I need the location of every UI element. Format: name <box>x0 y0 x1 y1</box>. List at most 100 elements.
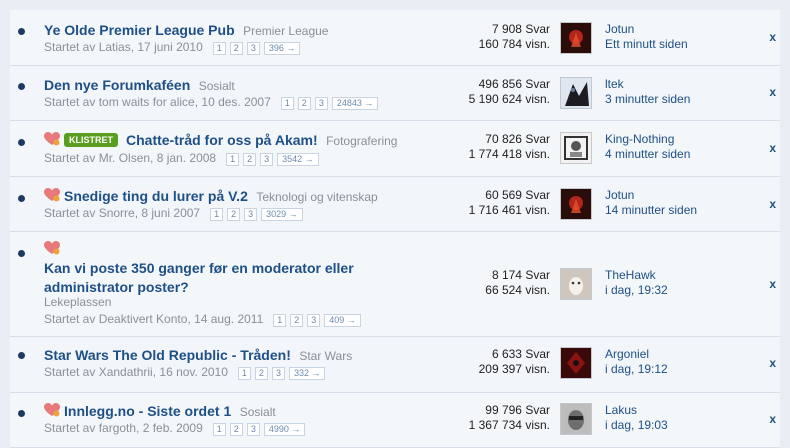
forum-name[interactable]: Sosialt <box>240 405 276 419</box>
avatar[interactable] <box>560 268 592 300</box>
forum-name[interactable]: Star Wars <box>299 349 352 363</box>
started-by: Startet av Mr. Olsen, 8 jan. 2008 <box>44 151 217 165</box>
thread-title-cont[interactable]: administrator poster? <box>44 279 189 295</box>
close-icon[interactable]: x <box>769 85 776 99</box>
table-row[interactable]: Innlegg.no - Siste ordet 1 Sosialt Start… <box>10 393 780 448</box>
last-page-link[interactable]: 332 → <box>288 367 326 380</box>
reply-count: 99 796 Svar <box>485 403 550 417</box>
forum-name[interactable]: Lekeplassen <box>44 295 111 309</box>
thread-title[interactable]: Star Wars The Old Republic - Tråden! <box>44 347 291 363</box>
page-link[interactable]: 2 <box>254 367 268 380</box>
thread-title[interactable]: Den nye Forumkaféen <box>44 77 190 93</box>
unread-dot-icon <box>18 410 25 417</box>
last-page-link[interactable]: 4990 → <box>263 423 306 436</box>
last-post-time[interactable]: 3 minutter siden <box>605 92 690 107</box>
last-poster[interactable]: Lakus <box>605 403 668 418</box>
page-link[interactable]: 1 <box>226 153 240 166</box>
page-link[interactable]: 3 <box>307 314 321 327</box>
reply-count: 8 174 Svar <box>491 268 550 282</box>
started-by: Startet av Deaktivert Konto, 14 aug. 201… <box>44 312 264 326</box>
thread-title[interactable]: Snedige ting du lurer på V.2 <box>64 188 248 204</box>
close-icon[interactable]: x <box>769 30 776 44</box>
forum-name[interactable]: Teknologi og vitenskap <box>256 190 377 204</box>
table-row[interactable]: Kan vi poste 350 ganger før en moderator… <box>10 232 780 337</box>
table-row[interactable]: Star Wars The Old Republic - Tråden! Sta… <box>10 337 780 393</box>
page-link[interactable]: 3 <box>314 97 328 110</box>
page-link[interactable]: 3 <box>244 208 258 221</box>
reply-count: 60 569 Svar <box>485 188 550 202</box>
page-link[interactable]: 2 <box>297 97 311 110</box>
started-by: Startet av Xandathrii, 16 nov. 2010 <box>44 365 228 379</box>
last-poster[interactable]: ltek <box>605 77 690 92</box>
last-post-time[interactable]: 14 minutter siden <box>605 203 697 218</box>
avatar[interactable] <box>560 403 592 435</box>
page-link[interactable]: 2 <box>243 153 257 166</box>
page-link[interactable]: 2 <box>290 314 304 327</box>
table-row[interactable]: KLISTRET Chatte-tråd for oss på Akam! Fot… <box>10 121 780 177</box>
started-by: Startet av tom waits for alice, 10 des. … <box>44 95 271 109</box>
page-link[interactable]: 3 <box>271 367 285 380</box>
page-link[interactable]: 2 <box>229 423 243 436</box>
last-post-time[interactable]: Ett minutt siden <box>605 37 688 52</box>
avatar[interactable] <box>560 132 592 164</box>
last-page-link[interactable]: 396 → <box>263 42 301 55</box>
close-icon[interactable]: x <box>769 277 776 291</box>
thread-title[interactable]: Ye Olde Premier League Pub <box>44 22 235 38</box>
unread-dot-icon <box>18 250 25 257</box>
avatar[interactable] <box>560 188 592 220</box>
last-poster[interactable]: Jotun <box>605 22 688 37</box>
close-icon[interactable]: x <box>769 197 776 211</box>
started-by: Startet av Snorre, 8 juni 2007 <box>44 206 201 220</box>
close-icon[interactable]: x <box>769 412 776 426</box>
avatar[interactable] <box>560 347 592 379</box>
view-count: 1 774 418 visn. <box>468 147 550 161</box>
forum-name[interactable]: Fotografering <box>326 134 397 148</box>
view-count: 209 397 visn. <box>478 362 550 376</box>
avatar[interactable] <box>560 22 592 54</box>
last-page-link[interactable]: 3542 → <box>277 153 319 166</box>
thread-title[interactable]: Chatte-tråd for oss på Akam! <box>126 132 318 148</box>
page-link[interactable]: 3 <box>260 153 274 166</box>
page-link[interactable]: 1 <box>212 423 226 436</box>
last-post-time[interactable]: i dag, 19:32 <box>605 283 668 298</box>
last-page-link[interactable]: 409 → <box>324 314 361 327</box>
last-page-link[interactable]: 24843 → <box>331 97 379 110</box>
page-link[interactable]: 1 <box>212 42 226 55</box>
started-by: Startet av fargoth, 2 feb. 2009 <box>44 421 203 435</box>
heart-hot-icon <box>44 241 60 255</box>
last-poster[interactable]: Jotun <box>605 188 697 203</box>
forum-name[interactable]: Sosialt <box>199 79 235 93</box>
unread-dot-icon <box>18 195 25 202</box>
reply-count: 7 908 Svar <box>491 22 550 36</box>
unread-dot-icon <box>18 28 25 35</box>
thread-title[interactable]: Kan vi poste 350 ganger før en moderator… <box>44 260 354 276</box>
last-post-time[interactable]: i dag, 19:12 <box>605 362 668 377</box>
last-post-time[interactable]: i dag, 19:03 <box>605 418 668 433</box>
page-link[interactable]: 1 <box>273 314 287 327</box>
view-count: 160 784 visn. <box>478 37 550 51</box>
forum-name[interactable]: Premier League <box>243 24 328 38</box>
thread-title[interactable]: Innlegg.no - Siste ordet 1 <box>64 403 231 419</box>
page-link[interactable]: 1 <box>210 208 224 221</box>
last-post-time[interactable]: 4 minutter siden <box>605 147 690 162</box>
table-row[interactable]: Den nye Forumkaféen Sosialt Startet av t… <box>10 66 780 121</box>
last-poster[interactable]: King-Nothing <box>605 132 690 147</box>
table-row[interactable]: Ye Olde Premier League Pub Premier Leagu… <box>10 10 780 66</box>
reply-count: 6 633 Svar <box>491 347 550 361</box>
reply-count: 496 856 Svar <box>478 77 550 91</box>
last-page-link[interactable]: 3029 → <box>261 208 303 221</box>
page-link[interactable]: 2 <box>227 208 241 221</box>
avatar[interactable] <box>560 77 592 109</box>
page-link[interactable]: 1 <box>280 97 294 110</box>
page-link[interactable]: 3 <box>246 42 260 55</box>
close-icon[interactable]: x <box>769 356 776 370</box>
close-icon[interactable]: x <box>769 141 776 155</box>
topic-list: Ye Olde Premier League Pub Premier Leagu… <box>0 0 790 448</box>
page-link[interactable]: 3 <box>246 423 260 436</box>
last-poster[interactable]: Argoniel <box>605 347 668 362</box>
table-row[interactable]: Snedige ting du lurer på V.2 Teknologi o… <box>10 177 780 232</box>
last-poster[interactable]: TheHawk <box>605 268 668 283</box>
page-link[interactable]: 1 <box>237 367 251 380</box>
page-link[interactable]: 2 <box>229 42 243 55</box>
view-count: 1 716 461 visn. <box>468 203 550 217</box>
